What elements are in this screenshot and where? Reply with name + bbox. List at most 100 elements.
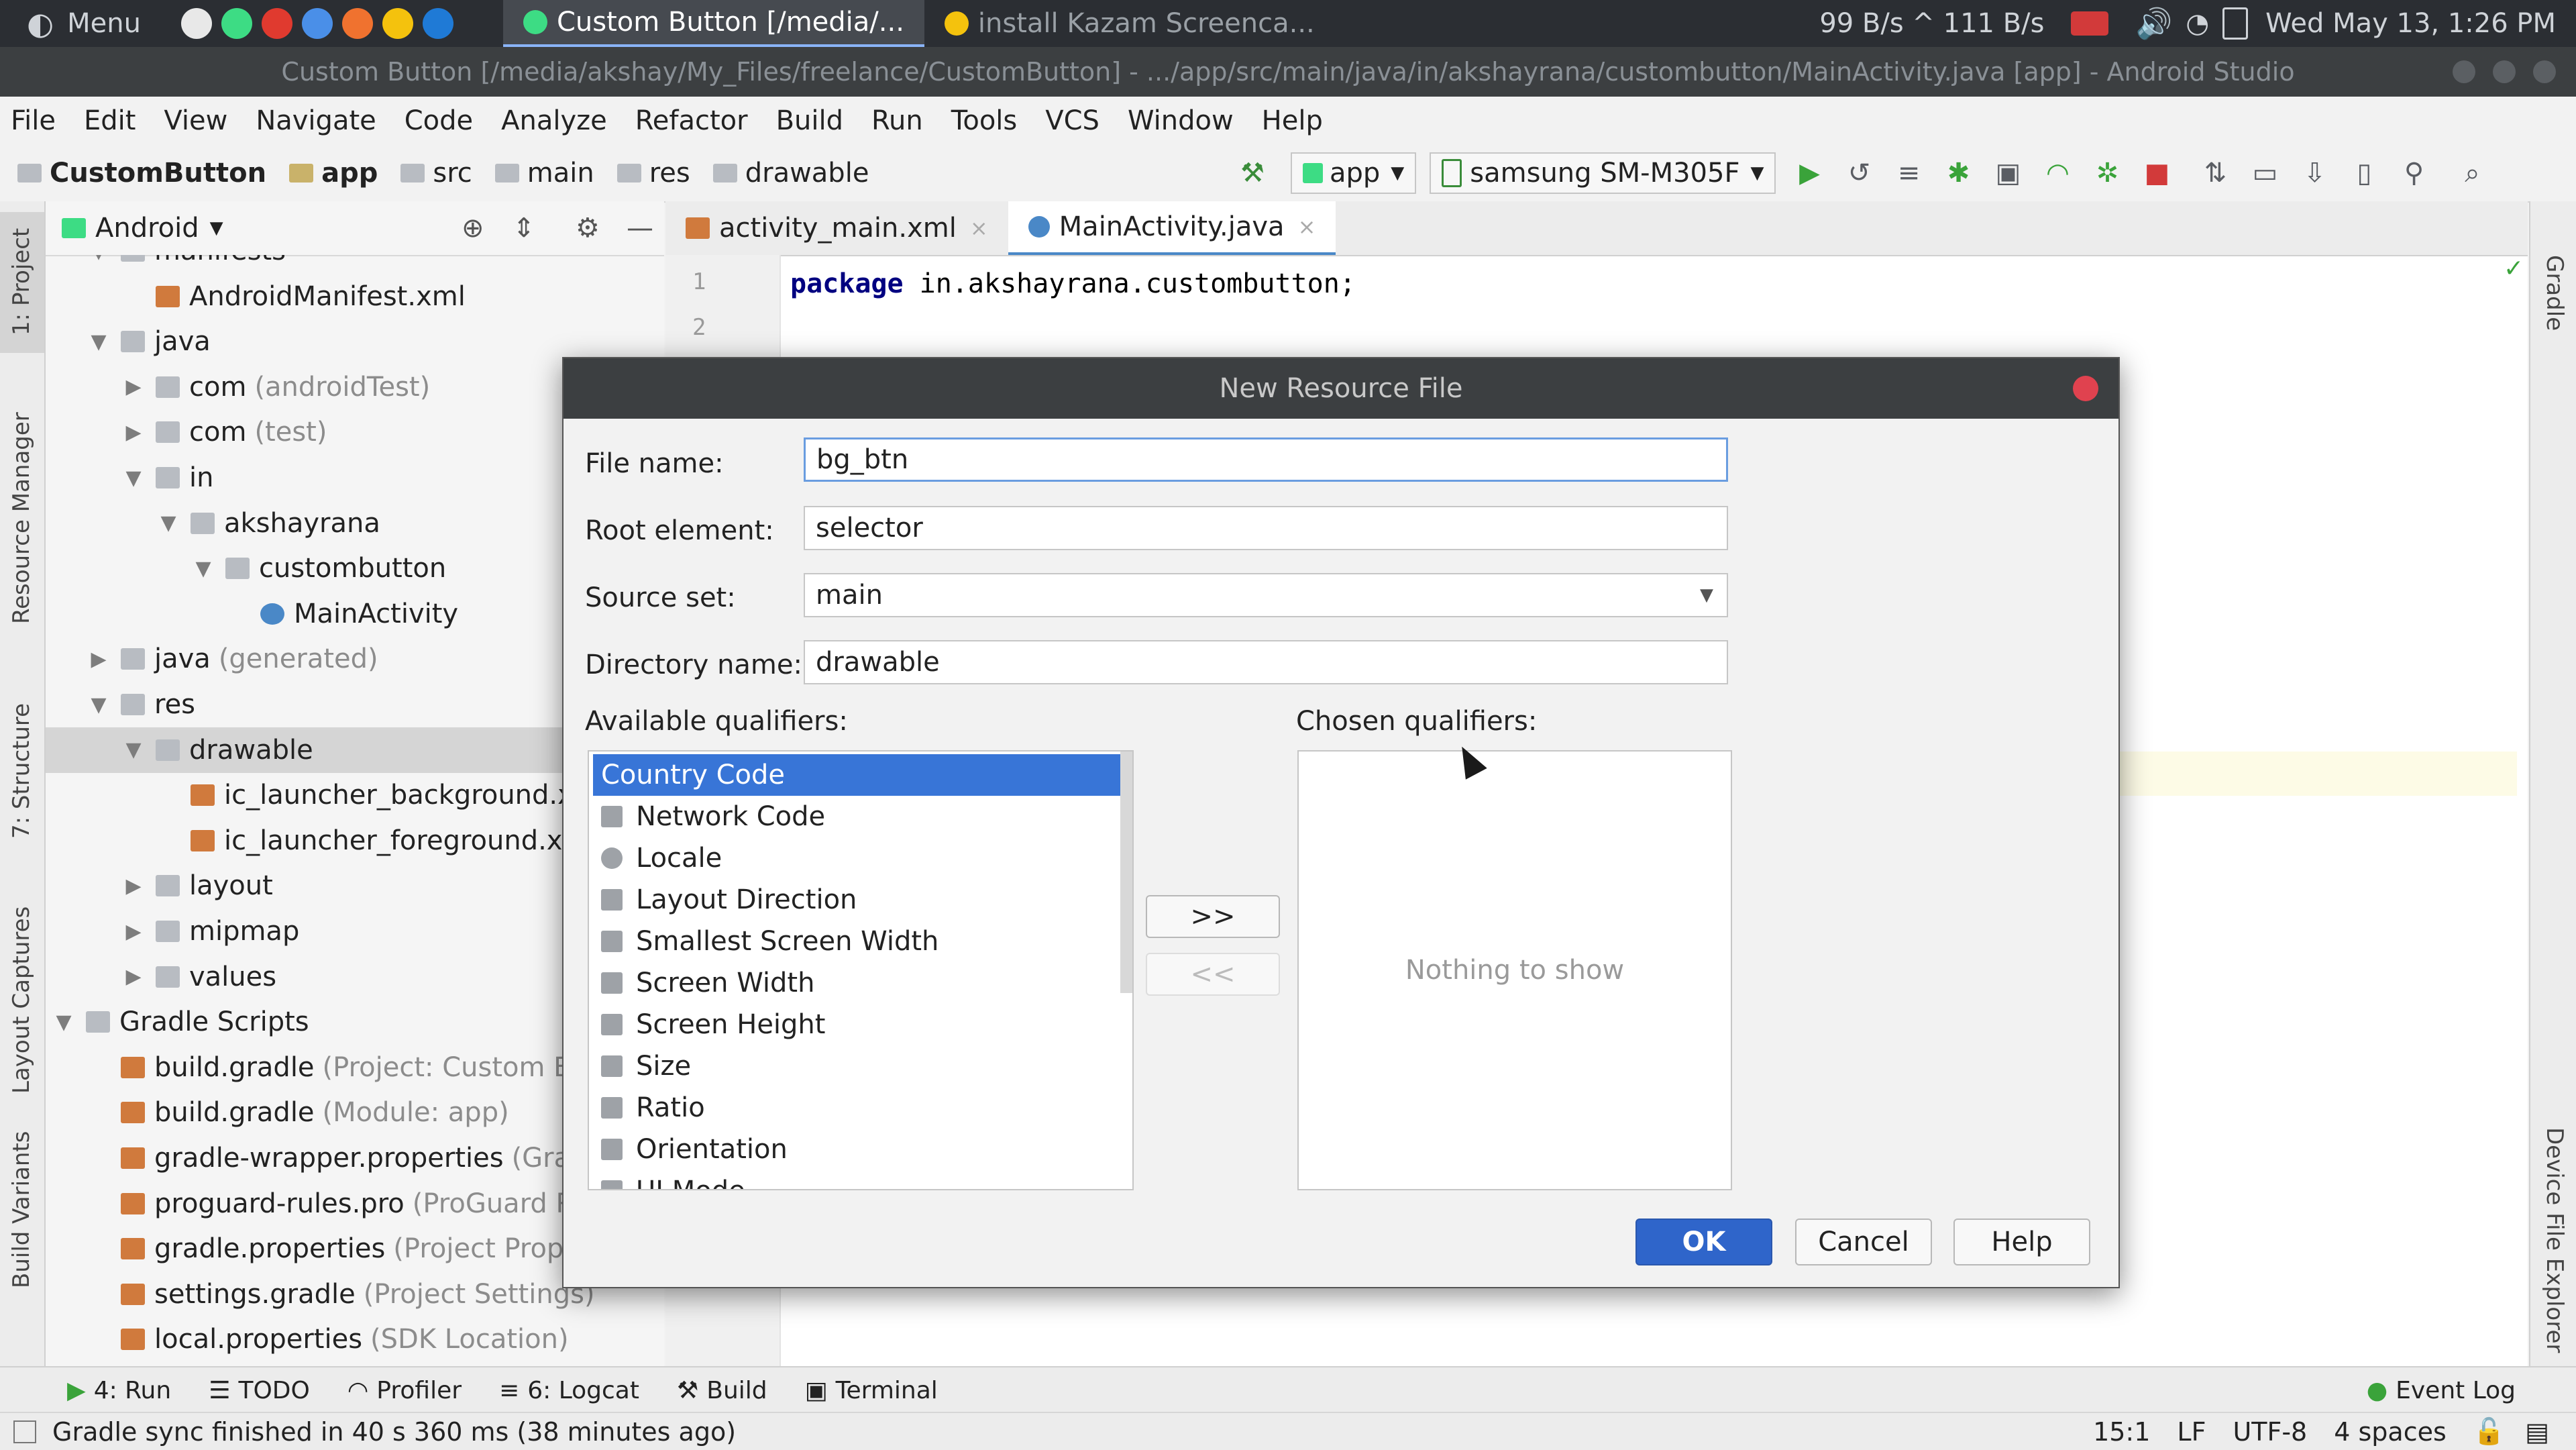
vscode-launcher-icon[interactable] — [422, 8, 453, 39]
tool-profiler[interactable]: ◠ Profiler — [347, 1377, 462, 1404]
tree-item[interactable]: ▼ res — [46, 682, 195, 727]
tool-gradle[interactable]: Gradle — [2541, 255, 2568, 331]
expanded-arrow-icon[interactable]: ▼ — [123, 466, 144, 490]
tab-mainactivity-java[interactable]: MainActivity.java × — [1008, 201, 1336, 255]
menu-window[interactable]: Window — [1128, 105, 1234, 136]
gear-icon[interactable]: ⚙ — [576, 213, 600, 244]
close-tab-icon[interactable]: × — [1298, 214, 1316, 240]
qualifier-country-code[interactable]: Country Code — [593, 754, 1130, 796]
root-element-input[interactable]: selector — [804, 506, 1728, 550]
scroll-from-source-icon[interactable]: ⊕ — [462, 213, 484, 244]
expanded-arrow-icon[interactable]: ▼ — [193, 557, 213, 580]
tool-build-variants[interactable]: Build Variants — [8, 1131, 35, 1288]
menu-edit[interactable]: Edit — [84, 105, 136, 136]
qualifier-smallest-screen-width[interactable]: Smallest Screen Width — [593, 921, 1130, 962]
hide-panel-icon[interactable]: — — [627, 213, 653, 244]
search-icon[interactable]: ⌕ — [2459, 160, 2485, 187]
tree-item[interactable]: ▶ com (test) — [46, 409, 327, 455]
chromium-launcher-icon[interactable] — [301, 8, 333, 39]
tool-run[interactable]: ▶ 4: Run — [67, 1377, 171, 1404]
expanded-arrow-icon[interactable]: ▼ — [89, 255, 109, 263]
notifications-icon[interactable]: ▤ — [2525, 1417, 2549, 1447]
tree-item[interactable]: ic_launcher_background.xml — [46, 772, 607, 818]
line-separator[interactable]: LF — [2177, 1417, 2206, 1447]
collapsed-arrow-icon[interactable]: ▶ — [123, 421, 144, 444]
tree-item[interactable]: ▶ layout — [46, 863, 272, 909]
expanded-arrow-icon[interactable]: ▼ — [89, 693, 109, 717]
menu-vcs[interactable]: VCS — [1045, 105, 1099, 136]
close-tab-icon[interactable]: × — [970, 215, 988, 241]
apply-code-changes-icon[interactable]: ≡ — [1895, 160, 1922, 187]
tree-item[interactable]: build.gradle (Project: Custom Butt — [46, 1045, 610, 1090]
coverage-icon[interactable]: ▣ — [1994, 160, 2021, 187]
layout-inspector-icon[interactable]: ⚲ — [2400, 160, 2427, 187]
tree-item[interactable]: ▶ com (androidTest) — [46, 364, 430, 410]
menu-navigate[interactable]: Navigate — [256, 105, 376, 136]
tree-item[interactable]: ▶ values — [46, 954, 276, 1000]
sdk-manager-icon[interactable]: ⇩ — [2301, 160, 2328, 187]
menu-analyze[interactable]: Analyze — [501, 105, 607, 136]
tree-item[interactable]: proguard-rules.pro (ProGuard Rul — [46, 1181, 598, 1227]
menu-tools[interactable]: Tools — [951, 105, 1018, 136]
tool-terminal[interactable]: ▣ Terminal — [805, 1377, 938, 1404]
tree-item[interactable]: ▼ java — [46, 319, 210, 364]
qualifier-ui-mode[interactable]: UI Mode — [593, 1170, 1130, 1189]
avd-manager-icon[interactable]: ▭ — [2251, 160, 2278, 187]
tree-item[interactable]: ▼ akshayrana — [46, 501, 380, 546]
cancel-button[interactable]: Cancel — [1795, 1219, 1932, 1265]
expanded-arrow-icon[interactable]: ▼ — [89, 330, 109, 354]
qualifier-layout-direction[interactable]: Layout Direction — [593, 879, 1130, 921]
volume-icon[interactable]: 🔊 — [2135, 6, 2172, 41]
ok-button[interactable]: OK — [1635, 1219, 1772, 1265]
firefox-launcher-icon[interactable] — [341, 8, 373, 39]
breadcrumb-drawable[interactable]: drawable — [712, 158, 869, 189]
opera-launcher-icon[interactable] — [261, 8, 292, 39]
system-menu-icon[interactable]: ◐ — [27, 5, 54, 42]
expanded-arrow-icon[interactable]: ▼ — [54, 1011, 74, 1034]
breadcrumb-src[interactable]: src — [400, 158, 472, 189]
breadcrumb-app[interactable]: app — [289, 158, 378, 189]
tree-item[interactable]: build.gradle (Module: app) — [46, 1090, 509, 1135]
close-dialog-icon[interactable] — [2073, 376, 2098, 401]
caret-position[interactable]: 15:1 — [2093, 1417, 2150, 1447]
tree-item[interactable]: gradle-wrapper.properties (Gradle — [46, 1135, 611, 1181]
directory-name-input[interactable]: drawable — [804, 640, 1728, 684]
file-name-input[interactable]: bg_btn — [804, 437, 1728, 482]
minimize-icon[interactable] — [2453, 60, 2475, 83]
app-launcher-icon[interactable] — [180, 8, 212, 39]
collapsed-arrow-icon[interactable]: ▶ — [123, 375, 144, 399]
qualifier-screen-height[interactable]: Screen Height — [593, 1004, 1130, 1045]
collapsed-arrow-icon[interactable]: ▶ — [89, 648, 109, 671]
menu-refactor[interactable]: Refactor — [635, 105, 748, 136]
source-set-select[interactable]: main ▼ — [804, 573, 1728, 617]
maximize-icon[interactable] — [2493, 60, 2516, 83]
collapsed-arrow-icon[interactable]: ▶ — [123, 920, 144, 943]
android-studio-launcher-icon[interactable] — [221, 8, 252, 39]
menu-file[interactable]: File — [11, 105, 56, 136]
tool-project[interactable]: 1: Project — [8, 228, 35, 335]
tool-build[interactable]: ⚒ Build — [677, 1377, 767, 1404]
wifi-icon[interactable]: ◔ — [2186, 8, 2209, 39]
chrome-launcher-icon[interactable] — [382, 8, 413, 39]
tree-item[interactable]: AndroidManifest.xml — [46, 274, 466, 319]
tree-item[interactable]: ▶ java (generated) — [46, 636, 378, 682]
battery-icon[interactable] — [2222, 7, 2249, 40]
make-project-icon[interactable]: ⚒ — [1239, 160, 1266, 187]
qualifier-screen-width[interactable]: Screen Width — [593, 962, 1130, 1004]
system-menu-label[interactable]: Menu — [67, 8, 141, 39]
run-icon[interactable]: ▶ — [1796, 160, 1823, 187]
menu-help[interactable]: Help — [1262, 105, 1323, 136]
qualifiers-scrollbar[interactable] — [1120, 752, 1132, 993]
file-encoding[interactable]: UTF-8 — [2233, 1417, 2307, 1447]
tool-logcat[interactable]: ≡ 6: Logcat — [499, 1377, 639, 1404]
tree-item[interactable]: ▼ Gradle Scripts — [46, 999, 309, 1045]
help-button[interactable]: Help — [1953, 1219, 2090, 1265]
event-log-button[interactable]: ● Event Log — [2367, 1377, 2516, 1404]
apply-changes-icon[interactable]: ↺ — [1845, 160, 1872, 187]
expanded-arrow-icon[interactable]: ▼ — [158, 511, 178, 535]
taskbar-item-android-studio[interactable]: Custom Button [/media/... — [502, 0, 924, 47]
tab-activity-main-xml[interactable]: activity_main.xml × — [665, 201, 1008, 255]
status-message[interactable]: Gradle sync finished in 40 s 360 ms (38 … — [52, 1417, 736, 1447]
collapsed-arrow-icon[interactable]: ▶ — [123, 965, 144, 988]
tree-item[interactable]: MainActivity — [46, 591, 458, 637]
